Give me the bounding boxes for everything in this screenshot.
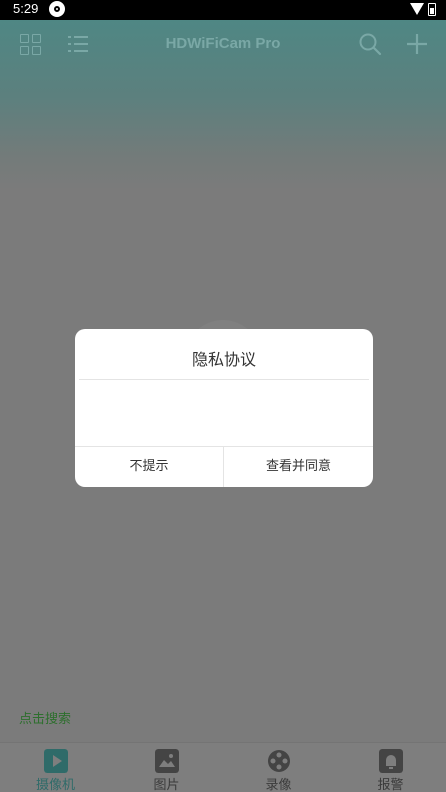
dialog-title: 隐私协议 bbox=[191, 350, 256, 369]
dismiss-button[interactable]: 不提示 bbox=[75, 447, 224, 487]
alarm-bell-icon bbox=[379, 749, 403, 773]
status-bar: 5:29 bbox=[0, 0, 446, 20]
nav-label: 录像 bbox=[265, 778, 292, 792]
bottom-navigation: 摄像机 图片 录像 报警 bbox=[0, 742, 446, 792]
search-icon[interactable] bbox=[358, 32, 382, 56]
notification-app-icon bbox=[49, 1, 65, 17]
nav-item-pictures[interactable]: 图片 bbox=[111, 743, 222, 792]
top-app-bar: HDWiFiCam Pro bbox=[0, 20, 446, 68]
camera-play-icon bbox=[44, 749, 68, 773]
nav-label: 图片 bbox=[153, 778, 180, 792]
nav-item-camera[interactable]: 摄像机 bbox=[0, 743, 111, 792]
nav-label: 摄像机 bbox=[35, 778, 75, 792]
search-devices-link[interactable]: 点击搜索 bbox=[19, 708, 71, 727]
nav-item-recordings[interactable]: 录像 bbox=[223, 743, 334, 792]
dialog-body bbox=[75, 380, 373, 446]
status-time: 5:29 bbox=[13, 1, 39, 16]
battery-icon bbox=[428, 3, 436, 16]
video-reel-icon bbox=[268, 750, 290, 772]
privacy-dialog: 隐私协议 不提示 查看并同意 bbox=[75, 329, 373, 487]
picture-icon bbox=[155, 749, 179, 773]
nav-label: 报警 bbox=[377, 778, 404, 792]
add-icon[interactable] bbox=[405, 32, 429, 56]
nav-item-alarms[interactable]: 报警 bbox=[335, 743, 446, 792]
wifi-icon bbox=[410, 3, 424, 15]
view-and-agree-button[interactable]: 查看并同意 bbox=[224, 447, 373, 487]
